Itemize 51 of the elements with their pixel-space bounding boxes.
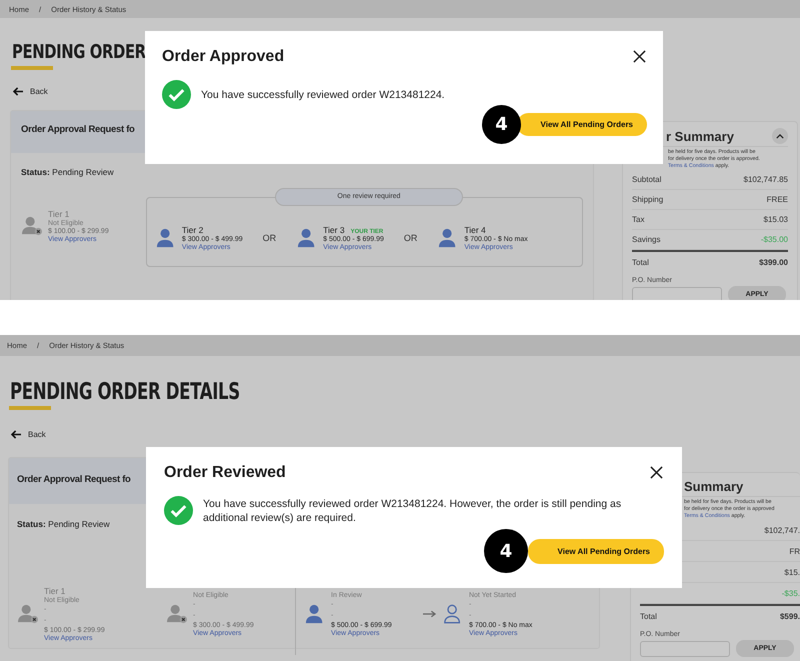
summary-value: FREE [766,195,788,204]
or-label: OR [262,233,276,243]
tier-name: Tier 1 [44,586,66,596]
summary-value: $102,747. [764,526,800,534]
summary-label: Subtotal [632,175,662,184]
left-arrow-icon [13,87,24,96]
modal-title: Order Reviewed [164,464,286,482]
summary-value: $15. [784,568,800,576]
page-title: PENDING ORDER DETAILS [10,380,240,404]
summary-value: $102,747.85 [744,175,788,184]
summary-value: $399.00 [759,258,788,266]
chevron-up-icon [776,134,784,138]
collapse-button[interactable] [772,128,788,144]
summary-value: -$35. [782,588,800,598]
tier-name: Tier 2 [182,225,204,235]
modal-message: You have successfully reviewed order W213481224. However, the order is still pending as additional review(s) are required. [203,496,622,524]
status-text: Status: Pending Review [21,167,114,177]
summary-label: Total [632,258,649,266]
summary-title: Summary [684,479,744,494]
summary-label: Savings [632,235,660,244]
success-check-icon [162,80,191,109]
summary-value: FR [789,546,800,556]
back-link[interactable]: Back [11,430,46,439]
summary-label: Total [640,612,657,620]
po-number-field[interactable] [632,286,722,300]
modal-message: You have successfully reviewed order W213481224. [201,88,445,102]
back-link[interactable]: Back [13,87,48,96]
right-arrow-icon [423,610,438,618]
or-label: OR [404,233,418,243]
step-number-badge: 4 [482,105,521,144]
modal-title: Order Approved [162,48,284,66]
status-text: Status: Pending Review [17,519,110,529]
summary-value: $15.03 [764,215,788,224]
summary-title: r Summary [666,128,734,144]
tier-name: Tier 4 [464,225,486,235]
tier-name: Tier 1 [48,209,70,219]
summary-label: Tax [632,215,644,224]
close-button[interactable] [650,466,664,480]
po-number-field[interactable] [640,640,730,656]
summary-value: -$35.00 [760,235,788,244]
summary-value: $599. [780,612,800,620]
left-arrow-icon [11,430,22,439]
close-button[interactable] [633,50,647,64]
success-check-icon [164,496,193,525]
card-title: Order Approval Request fo [21,124,135,135]
page-title: PENDING ORDER [12,40,146,64]
tier-name: Tier 3 [323,225,345,235]
view-all-pending-orders-button[interactable]: View All Pending Orders [528,539,664,564]
card-title: Order Approval Request fo [17,474,131,485]
step-number-badge: 4 [484,529,528,573]
summary-label: Shipping [632,195,664,204]
